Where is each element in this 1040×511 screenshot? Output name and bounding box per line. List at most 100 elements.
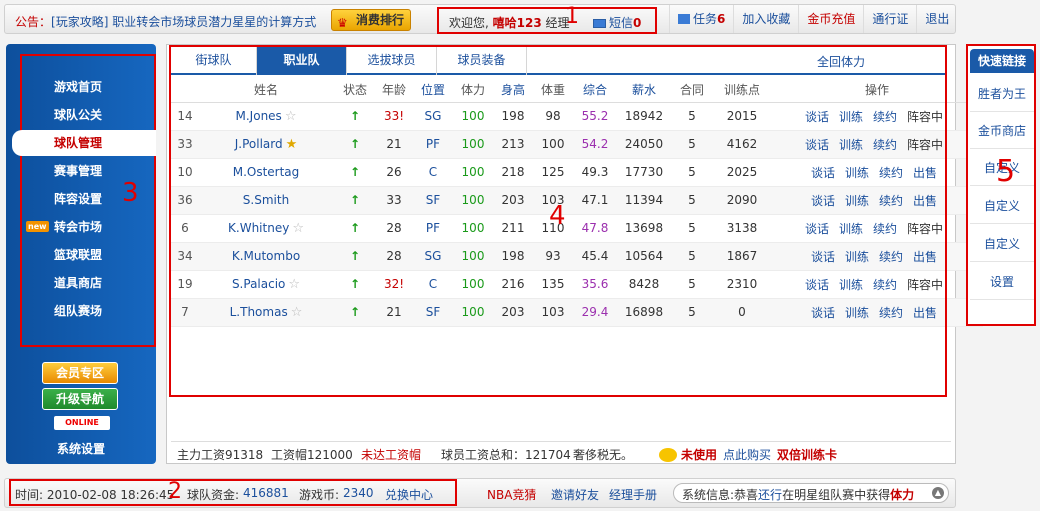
upgrade-guide-button[interactable]: 升级导航 [42,388,118,410]
quick-link-custom-3[interactable]: 自定义 [970,226,1034,262]
op-3[interactable]: 出售 [913,194,937,208]
op-0[interactable]: 谈话 [811,306,835,320]
op-0[interactable]: 谈话 [811,166,835,180]
exchange-center-link[interactable]: 兑换中心 [385,486,433,503]
op-2[interactable]: 续约 [873,110,897,124]
player-name[interactable]: L.Thomas [230,305,288,319]
op-0[interactable]: 谈话 [805,222,829,236]
col-height[interactable]: 身高 [493,78,533,103]
tab-draft[interactable]: 选拔球员 [347,47,437,75]
player-name[interactable]: M.Jones [236,109,282,123]
player-name[interactable]: J.Pollard [235,137,283,151]
quick-link-winner[interactable]: 胜者为王 [970,76,1034,112]
op-2[interactable]: 续约 [879,166,903,180]
arrow-up-icon: ↑ [349,249,361,263]
sidebar-item-team-arena[interactable]: 组队赛场 [6,298,156,324]
op-1[interactable]: 训练 [839,110,863,124]
op-1[interactable]: 训练 [839,278,863,292]
player-name[interactable]: K.Mutombo [232,249,300,263]
player-name-cell[interactable]: S.Palacio ☆ [197,270,335,299]
op-2[interactable]: 续约 [873,278,897,292]
system-settings-button[interactable]: 系统设置 [6,440,156,457]
task-link[interactable]: 任务6 [669,5,733,33]
op-2[interactable]: 续约 [873,138,897,152]
announce-link[interactable]: [玩家攻略] 职业转会市场球员潜力星星的计算方式 [51,15,316,29]
op-0[interactable]: 谈话 [805,138,829,152]
player-name[interactable]: S.Palacio [232,277,285,291]
player-train-points: 1867 [713,242,771,271]
buy-link[interactable]: 点此购买 [723,446,771,463]
op-1[interactable]: 训练 [845,250,869,264]
op-0[interactable]: 谈话 [805,278,829,292]
op-2[interactable]: 续约 [879,250,903,264]
op-1[interactable]: 训练 [839,222,863,236]
op-3[interactable]: 出售 [913,166,937,180]
tab-equipment[interactable]: 球员装备 [437,47,527,75]
op-3: 阵容中 [907,109,944,124]
quick-link-settings[interactable]: 设置 [970,264,1034,300]
annotation-marker-1: 1 [565,4,579,29]
top-bar: 公告：[玩家攻略] 职业转会市场球员潜力星星的计算方式 ♛ 消费排行 欢迎您, … [4,4,956,34]
op-1[interactable]: 训练 [845,306,869,320]
tab-pro-team[interactable]: 职业队 [257,47,347,75]
sidebar-item-shop[interactable]: 道具商店 [6,270,156,296]
op-2[interactable]: 续约 [873,222,897,236]
player-name-cell[interactable]: L.Thomas ☆ [197,298,335,327]
quick-link-gold-shop[interactable]: 金币商店 [970,113,1034,149]
col-overall[interactable]: 综合 [573,78,617,103]
col-salary[interactable]: 薪水 [617,78,671,103]
task-count: 6 [717,12,726,26]
username[interactable]: 嘻哈123 [493,16,542,30]
op-3[interactable]: 出售 [913,250,937,264]
sidebar-item-home[interactable]: 游戏首页 [6,74,156,100]
vip-zone-button[interactable]: 会员专区 [42,362,118,384]
consumption-rank-button[interactable]: ♛ 消费排行 [331,9,412,31]
mail-link[interactable]: 短信0 [593,14,641,31]
player-name-cell[interactable]: K.Whitney ☆ [197,214,335,243]
op-3: 阵容中 [907,277,944,292]
player-name-cell[interactable]: S.Smith [197,186,335,215]
favorite-link[interactable]: 加入收藏 [733,5,798,33]
announcement[interactable]: 公告：[玩家攻略] 职业转会市场球员潜力星星的计算方式 [15,13,316,30]
player-name[interactable]: K.Whitney [228,221,289,235]
passport-link[interactable]: 通行证 [863,5,916,33]
player-name[interactable]: S.Smith [243,193,289,207]
op-1[interactable]: 训练 [845,166,869,180]
logout-link[interactable]: 退出 [916,5,957,33]
op-1[interactable]: 训练 [839,138,863,152]
tab-street-team[interactable]: 街球队 [171,47,257,75]
player-height: 216 [493,270,533,299]
unused-card: 未使用 [659,446,717,463]
invite-friends-link[interactable]: 邀请好友 [551,486,599,503]
sidebar-item-team-management[interactable]: 球队管理 [12,130,156,156]
quick-link-custom-2[interactable]: 自定义 [970,188,1034,224]
sidebar-item-transfer[interactable]: new 转会市场 [6,214,156,240]
manager-manual-link[interactable]: 经理手册 [609,486,657,503]
salary-cap: 工资帽121000 [271,448,353,462]
op-0[interactable]: 谈话 [811,250,835,264]
op-2[interactable]: 续约 [879,194,903,208]
sys-player-name[interactable]: 还行 [758,488,782,502]
player-name-cell[interactable]: M.Ostertag [197,158,335,187]
server-time: 时间: 2010-02-08 18:26:45 [15,488,175,502]
player-name[interactable]: M.Ostertag [233,165,300,179]
sidebar-item-league[interactable]: 篮球联盟 [6,242,156,268]
op-1[interactable]: 训练 [845,194,869,208]
op-2[interactable]: 续约 [879,306,903,320]
op-0[interactable]: 谈话 [811,194,835,208]
op-3[interactable]: 出售 [913,306,937,320]
op-0[interactable]: 谈话 [805,110,829,124]
collapse-icon[interactable]: ▲ [932,487,944,499]
nba-guess-link[interactable]: NBA竞猜 [487,486,536,503]
sidebar-item-pr[interactable]: 球队公关 [6,102,156,128]
player-train-points: 2025 [713,158,771,187]
player-height: 218 [493,158,533,187]
player-name-cell[interactable]: J.Pollard ★ [197,130,335,159]
col-position[interactable]: 位置 [413,78,453,103]
double-train-card-link[interactable]: 双倍训练卡 [777,446,837,463]
player-name-cell[interactable]: M.Jones ☆ [197,102,335,131]
restore-stamina-link[interactable]: 全回体力 [817,53,865,70]
online-service-icon[interactable]: ONLINE [54,416,110,430]
gold-recharge-link[interactable]: 金币充值 [798,5,863,33]
player-name-cell[interactable]: K.Mutombo [197,242,335,271]
